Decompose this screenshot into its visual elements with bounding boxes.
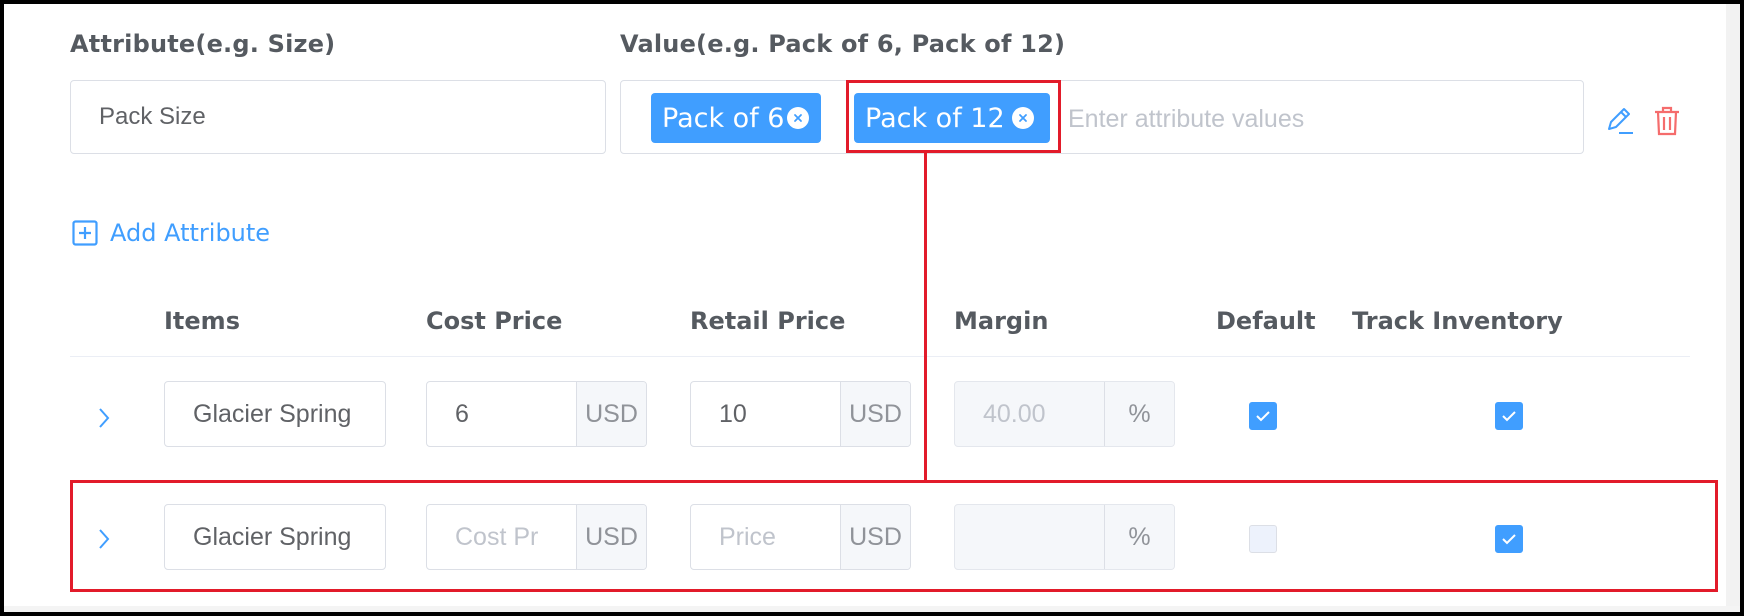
attribute-values-input[interactable]: Pack of 6 Pack of 12 Enter attribute val…	[620, 80, 1584, 154]
attribute-values-placeholder: Enter attribute values	[1068, 105, 1305, 133]
table-header-divider	[70, 356, 1690, 357]
attribute-value-label: Value(e.g. Pack of 6, Pack of 12)	[620, 30, 1066, 58]
attribute-name-input[interactable]: Pack Size	[70, 80, 606, 154]
retail-price-value: 10	[719, 399, 747, 428]
item-name-input[interactable]: Glacier Spring	[164, 381, 386, 447]
panel-edge	[1726, 4, 1740, 612]
column-header-retail-price: Retail Price	[690, 307, 846, 335]
cost-price-input[interactable]: 6 USD	[426, 381, 647, 447]
column-header-default: Default	[1216, 307, 1316, 335]
check-icon	[1502, 411, 1516, 422]
chevron-right-icon[interactable]	[94, 404, 114, 432]
add-attribute-label: Add Attribute	[110, 219, 271, 247]
column-header-cost-price: Cost Price	[426, 307, 563, 335]
product-variants-panel: Attribute(e.g. Size) Value(e.g. Pack of …	[4, 4, 1740, 612]
cost-price-value: 6	[455, 399, 469, 428]
percent-append: %	[1104, 382, 1174, 446]
panel-bottom-edge	[4, 606, 1740, 612]
column-header-track-inventory: Track Inventory	[1352, 307, 1563, 335]
highlight-box-row	[70, 480, 1718, 592]
highlight-box-tag	[846, 80, 1061, 153]
add-attribute-button[interactable]: Add Attribute	[72, 218, 282, 248]
check-icon	[1256, 411, 1270, 422]
margin-value: 40.00	[983, 399, 1046, 428]
track-inventory-checkbox[interactable]	[1495, 402, 1523, 430]
attribute-name-label: Attribute(e.g. Size)	[70, 30, 336, 58]
highlight-connector	[924, 153, 927, 482]
plus-square-icon	[72, 220, 98, 246]
default-checkbox[interactable]	[1249, 402, 1277, 430]
column-header-margin: Margin	[954, 307, 1049, 335]
close-icon[interactable]	[787, 107, 809, 129]
attribute-name-text: Pack Size	[99, 103, 206, 130]
currency-append: USD	[576, 382, 646, 446]
value-tag: Pack of 6	[651, 93, 821, 143]
value-tag-label: Pack of 6	[662, 102, 785, 134]
retail-price-input[interactable]: 10 USD	[690, 381, 911, 447]
margin-input: 40.00 %	[954, 381, 1175, 447]
currency-append: USD	[840, 382, 910, 446]
column-header-items: Items	[164, 307, 240, 335]
delete-icon[interactable]	[1653, 105, 1681, 137]
item-name-value: Glacier Spring	[193, 399, 352, 428]
edit-icon[interactable]	[1604, 104, 1634, 136]
